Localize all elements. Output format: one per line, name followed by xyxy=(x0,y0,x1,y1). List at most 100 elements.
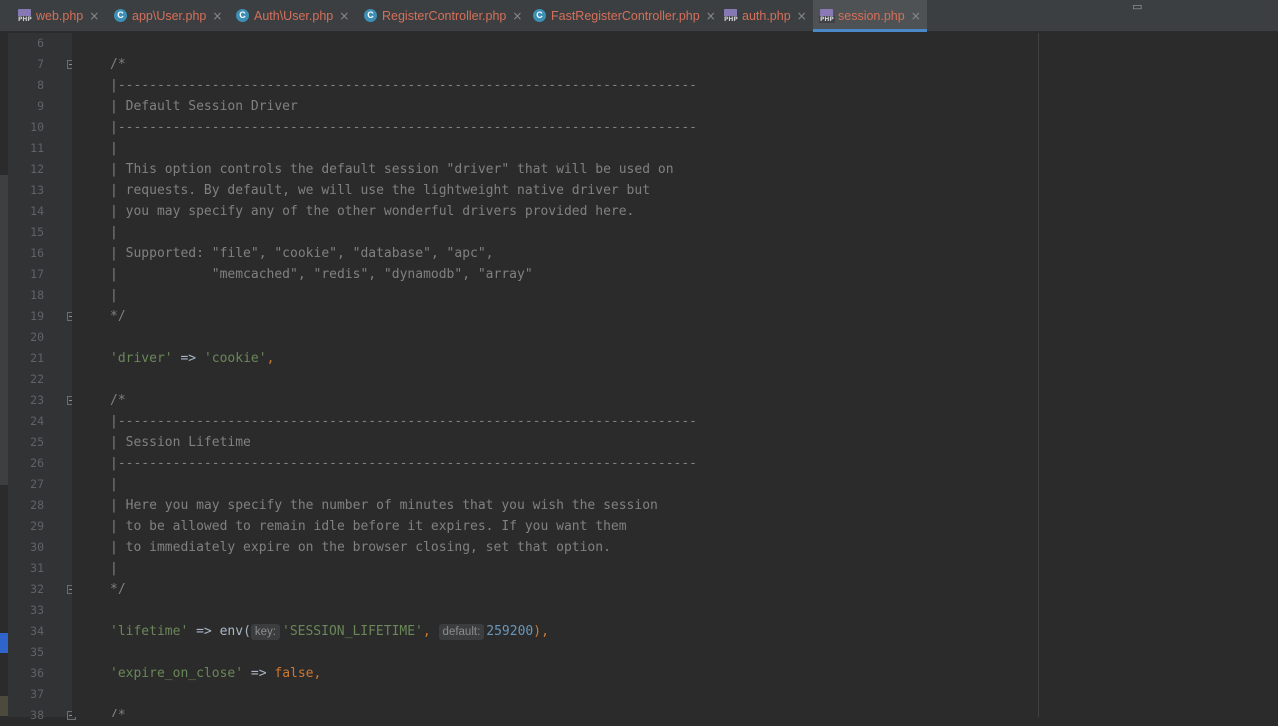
line-number: 34 xyxy=(30,624,44,638)
string-argument: 'SESSION_LIFETIME' xyxy=(282,624,423,639)
line-number: 38 xyxy=(30,708,44,722)
tab-auth-php[interactable]: auth.php × xyxy=(723,0,807,31)
line-number: 25 xyxy=(30,435,44,449)
line-number: 10 xyxy=(30,120,44,134)
line-number: 8 xyxy=(37,78,44,92)
close-tab-icon[interactable]: × xyxy=(911,9,921,23)
php-file-icon xyxy=(819,8,835,23)
line-number: 32 xyxy=(30,582,44,596)
line-number: 16 xyxy=(30,246,44,260)
php-file-icon xyxy=(723,8,739,23)
code-line: | xyxy=(110,225,118,240)
code-line-expire-on-close: 'expire_on_close' => false, xyxy=(110,663,321,684)
parameter-hint-key: key: xyxy=(250,624,280,640)
code-line: | to immediately expire on the browser c… xyxy=(110,540,611,555)
code-line: |---------------------------------------… xyxy=(110,120,697,135)
line-number: 36 xyxy=(30,666,44,680)
tab-register-controller[interactable]: C RegisterController.php × xyxy=(364,0,522,31)
line-number: 19 xyxy=(30,309,44,323)
code-line: | xyxy=(110,288,118,303)
boolean-value: false xyxy=(274,666,314,681)
line-number: 21 xyxy=(30,351,44,365)
tab-app-user-php[interactable]: C app\User.php × xyxy=(114,0,222,31)
code-line: |---------------------------------------… xyxy=(110,456,697,471)
code-line: |---------------------------------------… xyxy=(110,78,697,93)
arrow-operator: => xyxy=(243,666,275,681)
line-number: 35 xyxy=(30,645,44,659)
code-line: */ xyxy=(110,309,126,324)
code-line: | Default Session Driver xyxy=(110,99,298,114)
tab-label: auth.php xyxy=(742,8,791,23)
class-icon: C xyxy=(533,9,546,22)
code-line: | Supported: "file", "cookie", "database… xyxy=(110,246,494,261)
line-number: 13 xyxy=(30,183,44,197)
line-number-gutter: 6 7 8 9 10 11 12 13 14 15 16 17 18 19 20 21 22 23 24 25 26 27… xyxy=(8,33,76,722)
close-tab-icon[interactable]: × xyxy=(212,9,222,23)
line-number: 29 xyxy=(30,519,44,533)
line-number: 17 xyxy=(30,267,44,281)
line-number: 24 xyxy=(30,414,44,428)
tab-label: web.php xyxy=(36,8,84,23)
line-number: 26 xyxy=(30,456,44,470)
line-number: 15 xyxy=(30,225,44,239)
line-number: 7 xyxy=(37,57,44,71)
closing-paren: ), xyxy=(533,624,549,639)
tab-label: Auth\User.php xyxy=(254,8,334,23)
code-line: | xyxy=(110,141,118,156)
code-line: */ xyxy=(110,582,126,597)
class-icon: C xyxy=(364,9,377,22)
tab-label: FastRegisterController.php xyxy=(551,8,700,23)
code-editor[interactable]: /* |------------------------------------… xyxy=(72,33,1278,717)
parameter-hint-default: default: xyxy=(438,624,485,640)
code-line: | xyxy=(110,561,118,576)
code-line-lifetime: 'lifetime' => env(key: 'SESSION_LIFETIME'… xyxy=(110,621,549,642)
tab-auth-user-php[interactable]: C Auth\User.php × xyxy=(236,0,349,31)
line-number: 27 xyxy=(30,477,44,491)
code-line: | Session Lifetime xyxy=(110,435,251,450)
close-tab-icon[interactable]: × xyxy=(339,9,349,23)
tab-label: RegisterController.php xyxy=(382,8,507,23)
line-number: 22 xyxy=(30,372,44,386)
function-call: env( xyxy=(219,624,251,639)
right-margin-guide xyxy=(1038,33,1039,717)
tab-fast-register-controller[interactable]: C FastRegisterController.php × xyxy=(533,0,716,31)
code-line: /* xyxy=(110,57,126,72)
editor-tab-bar: web.php × C app\User.php × C Auth\User.p… xyxy=(0,0,1278,32)
code-line: | "memcached", "redis", "dynamodb", "arr… xyxy=(110,267,533,282)
tab-web-php[interactable]: web.php × xyxy=(17,0,99,31)
code-line: /* xyxy=(110,708,126,717)
tool-window-strip xyxy=(0,33,8,717)
tab-session-php[interactable]: session.php × xyxy=(813,0,927,32)
code-line: | This option controls the default sessi… xyxy=(110,162,674,177)
line-number: 20 xyxy=(30,330,44,344)
line-number: 12 xyxy=(30,162,44,176)
line-number: 30 xyxy=(30,540,44,554)
highlight-marker xyxy=(0,696,8,716)
arrow-operator: => xyxy=(172,351,204,366)
line-number: 9 xyxy=(37,99,44,113)
class-icon: C xyxy=(236,9,249,22)
close-tab-icon[interactable]: × xyxy=(512,9,522,23)
close-tab-icon[interactable]: × xyxy=(89,9,99,23)
code-line-driver: 'driver' => 'cookie', xyxy=(110,348,274,369)
line-number: 6 xyxy=(37,36,44,50)
tab-menu-icon[interactable]: ▭ xyxy=(1132,0,1142,13)
close-tab-icon[interactable]: × xyxy=(706,9,716,23)
close-tab-icon[interactable]: × xyxy=(797,9,807,23)
array-key: 'driver' xyxy=(110,351,173,366)
line-number: 37 xyxy=(30,687,44,701)
comma: , xyxy=(313,666,322,681)
class-icon: C xyxy=(114,9,127,22)
string-value: 'cookie' xyxy=(203,351,267,366)
array-key: 'expire_on_close' xyxy=(110,666,244,681)
code-line: | to be allowed to remain idle before it… xyxy=(110,519,627,534)
line-number: 18 xyxy=(30,288,44,302)
scroll-position-marker xyxy=(0,175,8,485)
line-number: 11 xyxy=(30,141,44,155)
line-number: 14 xyxy=(30,204,44,218)
code-line: |---------------------------------------… xyxy=(110,414,697,429)
code-line: | requests. By default, we will use the … xyxy=(110,183,651,198)
code-line: /* xyxy=(110,393,126,408)
array-key: 'lifetime' xyxy=(110,624,189,639)
tab-label: app\User.php xyxy=(132,8,207,23)
